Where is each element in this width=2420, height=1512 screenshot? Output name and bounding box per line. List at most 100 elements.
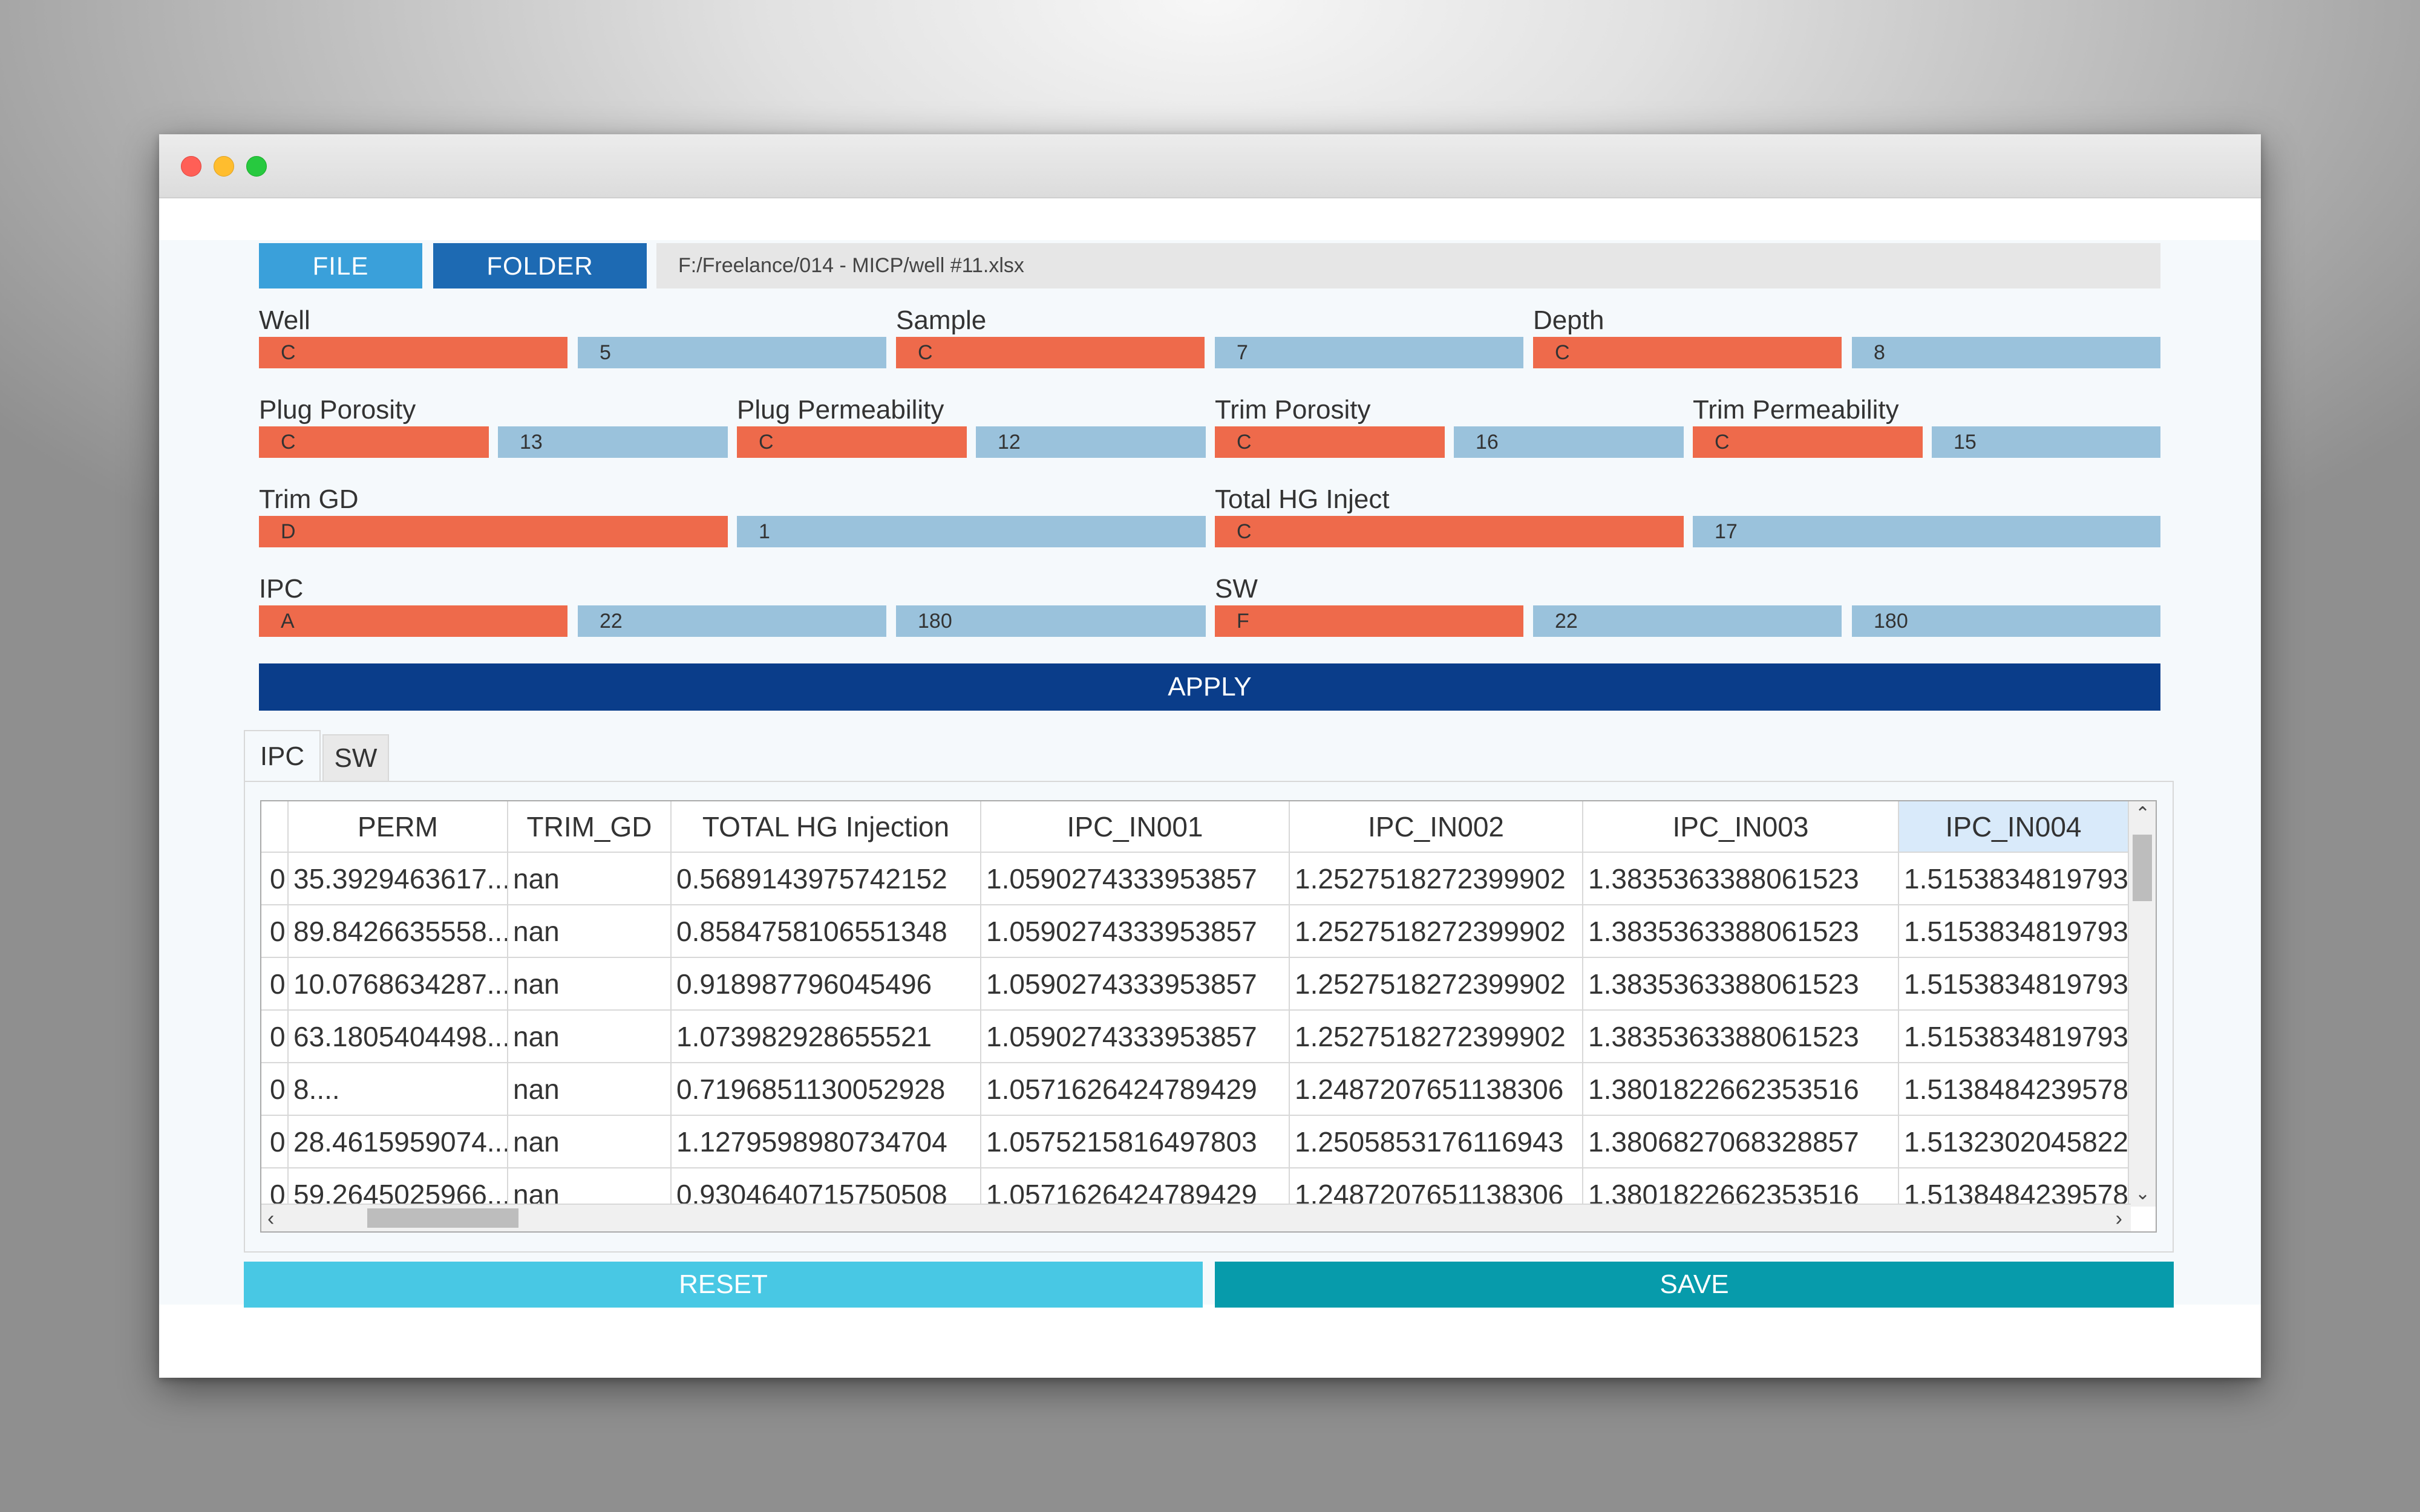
table-cell[interactable]: nan xyxy=(508,1063,672,1116)
plug-porosity-column-input[interactable]: C xyxy=(259,426,489,458)
trim-permeability-label: Trim Permeability xyxy=(1693,395,1899,425)
table-cell[interactable]: 1.3835363388061523 xyxy=(1583,905,1899,958)
ipc-end-row-input[interactable]: 180 xyxy=(896,605,1206,637)
table-cell[interactable]: 0.5689143975742152 xyxy=(672,853,981,905)
close-window-button[interactable] xyxy=(181,156,201,177)
total-hg-inject-column-input[interactable]: C xyxy=(1215,516,1684,547)
sw-end-row-input[interactable]: 180 xyxy=(1852,605,2160,637)
apply-button[interactable]: APPLY xyxy=(259,663,2160,711)
table-cell[interactable]: nan xyxy=(508,1011,672,1063)
table-cell[interactable]: 0.8584758106551348 xyxy=(672,905,981,958)
table-cell[interactable]: 63.1805404498... xyxy=(289,1011,508,1063)
vertical-scroll-thumb[interactable] xyxy=(2133,835,2152,901)
file-button[interactable]: FILE xyxy=(259,243,422,288)
table-cell[interactable]: 1.515383481979370 xyxy=(1899,958,2129,1011)
sw-column-input[interactable]: F xyxy=(1215,605,1523,637)
trim-gd-column-input[interactable]: D xyxy=(259,516,728,547)
scroll-right-arrow-icon[interactable]: › xyxy=(2116,1208,2122,1229)
folder-button[interactable]: FOLDER xyxy=(433,243,647,288)
table-cell[interactable]: 1.3835363388061523 xyxy=(1583,853,1899,905)
tab-ipc[interactable]: IPC xyxy=(244,730,321,782)
table-cell[interactable]: 1.3801822662353516 xyxy=(1583,1063,1899,1116)
file-path-field[interactable]: F:/Freelance/014 - MICP/well #11.xlsx xyxy=(656,243,2160,288)
table-cell[interactable]: 1.515383481979370 xyxy=(1899,905,2129,958)
table-cell[interactable]: 1.0590274333953857 xyxy=(981,958,1290,1011)
plug-permeability-row-input[interactable]: 12 xyxy=(976,426,1206,458)
table-cell[interactable]: 28.4615959074... xyxy=(289,1116,508,1168)
column-header[interactable]: IPC_IN002 xyxy=(1290,801,1583,853)
table-cell[interactable]: 1.2527518272399902 xyxy=(1290,905,1583,958)
table-cell[interactable]: 1.2527518272399902 xyxy=(1290,958,1583,1011)
table-cell[interactable]: 1.0575215816497803 xyxy=(981,1116,1290,1168)
table-cell[interactable]: 1.513848423957820 xyxy=(1899,1063,2129,1116)
scroll-up-arrow-icon[interactable]: ⌃ xyxy=(2135,805,2150,823)
plug-porosity-label: Plug Porosity xyxy=(259,395,416,425)
trim-porosity-column-input[interactable]: C xyxy=(1215,426,1445,458)
well-row-input[interactable]: 5 xyxy=(578,337,886,368)
scroll-left-arrow-icon[interactable]: ‹ xyxy=(267,1208,274,1229)
table-cell[interactable]: 1.515383481979370 xyxy=(1899,853,2129,905)
depth-column-input[interactable]: C xyxy=(1533,337,1842,368)
table-cell[interactable]: 1.073982928655521 xyxy=(672,1011,981,1063)
table-cell[interactable]: 1.2527518272399902 xyxy=(1290,853,1583,905)
save-button[interactable]: SAVE xyxy=(1215,1262,2174,1308)
table-cell[interactable]: 1.2527518272399902 xyxy=(1290,1011,1583,1063)
title-bar xyxy=(159,134,2261,198)
table-cell[interactable]: 89.8426635558... xyxy=(289,905,508,958)
total-hg-inject-row-input[interactable]: 17 xyxy=(1693,516,2160,547)
table-cell[interactable]: 1.0590274333953857 xyxy=(981,905,1290,958)
depth-row-input[interactable]: 8 xyxy=(1852,337,2160,368)
trim-gd-row-input[interactable]: 1 xyxy=(737,516,1206,547)
row-index: 0 xyxy=(261,1063,289,1116)
plug-porosity-row-input[interactable]: 13 xyxy=(498,426,728,458)
minimize-window-button[interactable] xyxy=(214,156,234,177)
table-cell[interactable]: 35.3929463617... xyxy=(289,853,508,905)
trim-porosity-row-input[interactable]: 16 xyxy=(1454,426,1684,458)
table-cell[interactable]: nan xyxy=(508,853,672,905)
column-header[interactable]: PERM xyxy=(289,801,508,853)
table-cell[interactable]: 1.515383481979370 xyxy=(1899,1011,2129,1063)
column-header[interactable]: IPC_IN004 xyxy=(1899,801,2129,853)
table-cell[interactable]: 10.0768634287... xyxy=(289,958,508,1011)
vertical-scrollbar[interactable]: ⌃ ⌄ xyxy=(2128,801,2156,1207)
ipc-column-input[interactable]: A xyxy=(259,605,567,637)
sw-start-row-input[interactable]: 22 xyxy=(1533,605,1842,637)
table-cell[interactable]: 0.918987796045496 xyxy=(672,958,981,1011)
sample-column-input[interactable]: C xyxy=(896,337,1205,368)
reset-button[interactable]: RESET xyxy=(244,1262,1203,1308)
ipc-start-row-input[interactable]: 22 xyxy=(578,605,886,637)
horizontal-scrollbar[interactable]: ‹ › xyxy=(261,1204,2131,1231)
sample-row-input[interactable]: 7 xyxy=(1215,337,1523,368)
table-cell[interactable]: 1.0571626424789429 xyxy=(981,1063,1290,1116)
row-index: 0 xyxy=(261,1011,289,1063)
table-cell[interactable]: 1.0590274333953857 xyxy=(981,853,1290,905)
table-cell[interactable]: nan xyxy=(508,958,672,1011)
table-cell[interactable]: 1.0590274333953857 xyxy=(981,1011,1290,1063)
table-cell[interactable]: 1.1279598980734704 xyxy=(672,1116,981,1168)
app-window: FILE FOLDER F:/Freelance/014 - MICP/well… xyxy=(159,134,2261,1378)
scroll-down-arrow-icon[interactable]: ⌄ xyxy=(2135,1185,2150,1203)
tab-sw[interactable]: SW xyxy=(322,734,389,783)
table-cell[interactable]: 1.2487207651138306 xyxy=(1290,1063,1583,1116)
trim-permeability-column-input[interactable]: C xyxy=(1693,426,1923,458)
column-header[interactable]: TOTAL HG Injection xyxy=(672,801,981,853)
trim-permeability-row-input[interactable]: 15 xyxy=(1932,426,2160,458)
table-cell[interactable]: 1.513230204582210 xyxy=(1899,1116,2129,1168)
table-cell[interactable]: 0.7196851130052928 xyxy=(672,1063,981,1116)
table-cell[interactable]: 1.3806827068328857 xyxy=(1583,1116,1899,1168)
table-cell[interactable]: 1.3835363388061523 xyxy=(1583,1011,1899,1063)
table-cell[interactable]: nan xyxy=(508,1116,672,1168)
horizontal-scroll-thumb[interactable] xyxy=(367,1208,518,1228)
plug-permeability-label: Plug Permeability xyxy=(737,395,944,425)
data-table[interactable]: PERM TRIM_GD TOTAL HG Injection IPC_IN00… xyxy=(260,800,2157,1233)
plug-permeability-column-input[interactable]: C xyxy=(737,426,967,458)
table-cell[interactable]: 1.2505853176116943 xyxy=(1290,1116,1583,1168)
column-header[interactable]: TRIM_GD xyxy=(508,801,672,853)
column-header[interactable]: IPC_IN001 xyxy=(981,801,1290,853)
well-column-input[interactable]: C xyxy=(259,337,567,368)
maximize-window-button[interactable] xyxy=(246,156,267,177)
table-cell[interactable]: nan xyxy=(508,905,672,958)
column-header[interactable]: IPC_IN003 xyxy=(1583,801,1899,853)
table-cell[interactable]: 8.... xyxy=(289,1063,508,1116)
table-cell[interactable]: 1.3835363388061523 xyxy=(1583,958,1899,1011)
